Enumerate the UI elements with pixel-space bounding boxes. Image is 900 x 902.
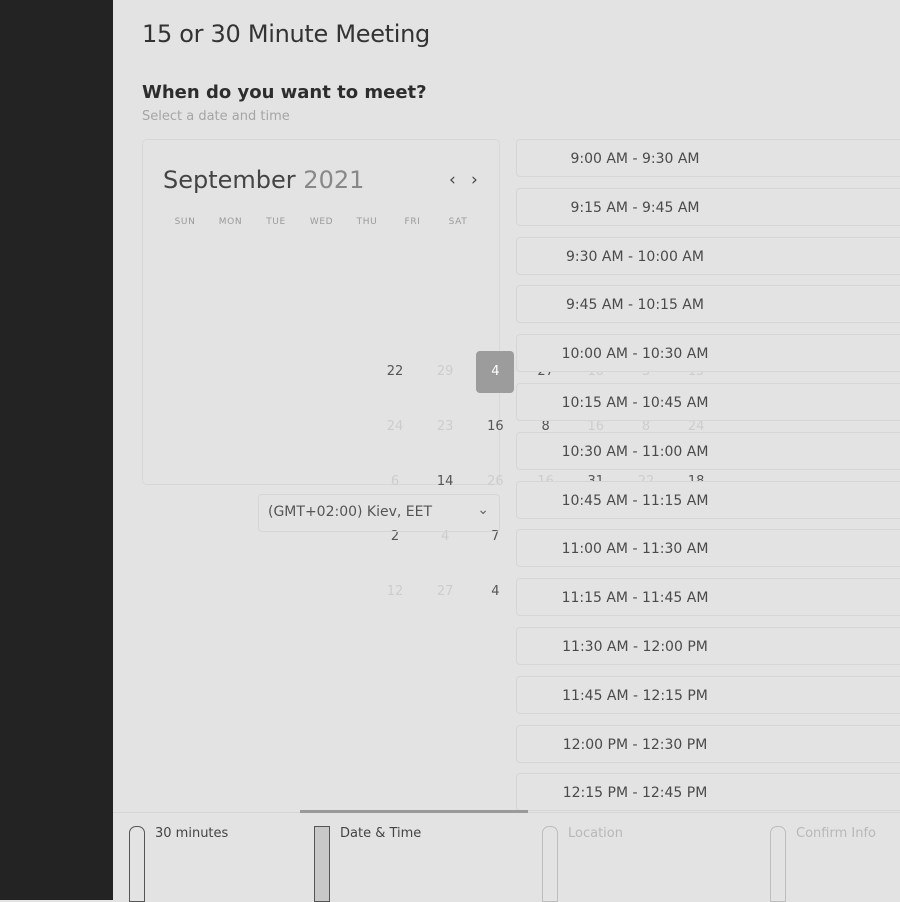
time-slot-button[interactable]: 9:15 AM - 9:45 AM <box>516 187 900 226</box>
calendar-day: 27 <box>436 584 454 599</box>
meeting-question: When do you want to meet? <box>142 82 427 103</box>
time-slot-button[interactable]: 10:15 AM - 10:45 AM <box>516 383 900 421</box>
time-slot-button[interactable]: 10:45 AM - 11:15 AM <box>516 480 900 519</box>
time-slot-label: 9:30 AM - 10:00 AM <box>566 248 704 265</box>
month-name: September <box>163 166 296 194</box>
time-slot-label: 11:30 AM - 12:00 PM <box>562 639 708 655</box>
time-slot-label: 10:00 AM - 10:30 AM <box>561 346 709 363</box>
time-slot-label: 9:00 AM - 9:30 AM <box>570 151 700 167</box>
step-label: 30 minutes <box>155 826 229 841</box>
weekday-wed: WED <box>309 217 334 227</box>
time-slot-label: 12:00 PM - 12:30 PM <box>562 736 708 753</box>
calendar-day[interactable]: 4 <box>477 574 513 610</box>
dark-sidebar <box>0 0 113 900</box>
weekday-mon: MON <box>218 217 243 227</box>
location-pin-icon <box>542 826 558 902</box>
calendar-day[interactable]: 22 <box>377 354 413 390</box>
time-slot-button[interactable]: 9:00 AM - 9:30 AM <box>516 139 900 177</box>
time-slot-button[interactable]: 10:00 AM - 10:30 AM <box>516 334 900 373</box>
meeting-title: 15 or 30 Minute Meeting <box>142 20 430 48</box>
time-slot-label: 10:15 AM - 10:45 AM <box>561 395 709 411</box>
step-30-minutes[interactable]: 30 minutes <box>129 826 228 902</box>
weekday-sun: SUN <box>174 217 196 227</box>
year-label: 2021 <box>303 166 365 194</box>
time-slot-button[interactable]: 11:30 AM - 12:00 PM <box>516 627 900 665</box>
time-slot-label: 12:15 PM - 12:45 PM <box>562 785 708 802</box>
calendar-day-selected[interactable]: 4 <box>476 351 515 393</box>
time-slot-button[interactable]: 12:15 PM - 12:45 PM <box>516 773 900 812</box>
calendar-icon <box>314 826 330 902</box>
chevron-left-icon[interactable]: ‹ <box>449 170 456 190</box>
step-confirm-info[interactable]: Confirm Info <box>770 826 876 902</box>
calendar-day: 23 <box>436 419 454 434</box>
time-slot-button[interactable]: 11:15 AM - 11:45 AM <box>516 578 900 617</box>
checkbox-icon <box>770 826 786 902</box>
calendar-day: 24 <box>386 419 404 434</box>
timezone-value: (GMT+02:00) Kiev, EET <box>268 504 433 520</box>
calendar-day[interactable]: 16 <box>477 409 513 445</box>
time-slot-button[interactable]: 12:00 PM - 12:30 PM <box>516 724 900 763</box>
time-slot-button[interactable]: 11:00 AM - 11:30 AM <box>516 529 900 568</box>
step-location[interactable]: Location <box>542 826 623 902</box>
timezone-select[interactable]: (GMT+02:00) Kiev, EET ⌄ <box>258 494 500 532</box>
time-slot-label: 9:15 AM - 9:45 AM <box>570 199 700 216</box>
calendar-day: 29 <box>436 364 454 379</box>
weekday-tue: TUE <box>266 217 286 227</box>
time-slot-label: 11:15 AM - 11:45 AM <box>561 590 709 607</box>
time-slot-button[interactable]: 10:30 AM - 11:00 AM <box>516 431 900 470</box>
chevron-right-icon[interactable]: › <box>471 170 478 190</box>
time-slot-label: 10:30 AM - 11:00 AM <box>561 443 709 460</box>
step-label: Location <box>568 826 623 841</box>
time-slot-button[interactable]: 9:30 AM - 10:00 AM <box>516 236 900 275</box>
time-slot-label: 9:45 AM - 10:15 AM <box>566 297 704 314</box>
step-date-time[interactable]: Date & Time <box>314 826 421 902</box>
time-slot-label: 10:45 AM - 11:15 AM <box>561 492 709 509</box>
active-step-indicator <box>300 810 528 813</box>
time-slot-label: 11:00 AM - 11:30 AM <box>561 541 709 558</box>
weekday-thu: THU <box>356 217 378 227</box>
step-label: Date & Time <box>340 826 422 841</box>
weekday-sat: SAT <box>448 217 468 227</box>
chevron-down-icon: ⌄ <box>477 502 489 518</box>
calendar-day: 12 <box>386 584 404 599</box>
time-slot-label: 11:45 AM - 12:15 PM <box>562 687 708 704</box>
time-slot-button[interactable]: 9:45 AM - 10:15 AM <box>516 285 900 324</box>
clock-icon <box>129 826 145 902</box>
time-slot-button[interactable]: 11:45 AM - 12:15 PM <box>516 675 900 714</box>
main-panel: 15 or 30 Minute Meeting When do you want… <box>113 0 900 902</box>
meeting-subtitle: Select a date and time <box>142 109 290 124</box>
weekday-fri: FRI <box>404 217 421 227</box>
calendar-month-label: September 2021 <box>163 166 364 194</box>
step-label: Confirm Info <box>796 826 876 841</box>
